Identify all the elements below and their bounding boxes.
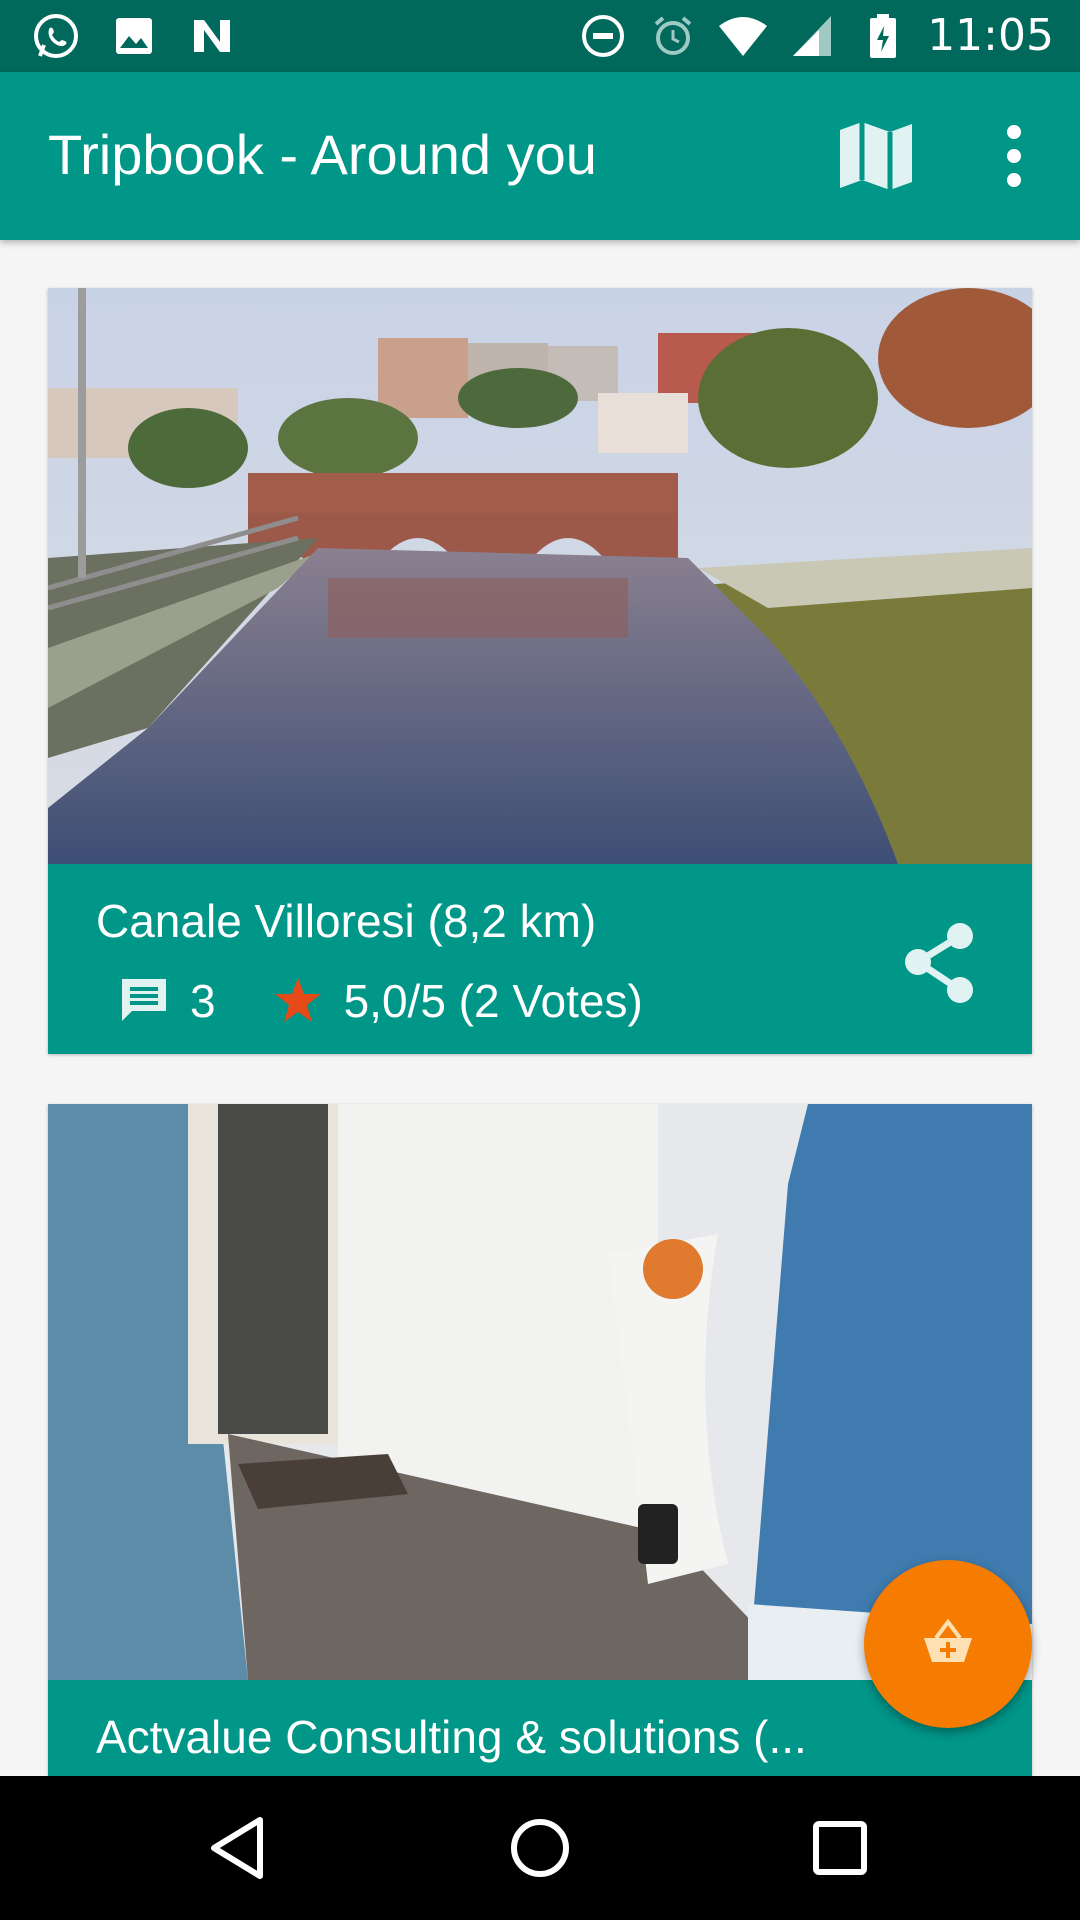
more-options-button[interactable] bbox=[986, 116, 1042, 196]
navigation-bar bbox=[0, 1776, 1080, 1920]
recents-icon bbox=[813, 1821, 867, 1875]
place-info[interactable]: Canale Villoresi (8,2 km) 3 5,0/5 (2 Vot… bbox=[48, 864, 1032, 1054]
share-button[interactable] bbox=[894, 918, 984, 1008]
wifi-icon bbox=[717, 10, 769, 62]
place-stats: 3 5,0/5 (2 Votes) bbox=[118, 974, 643, 1028]
add-basket-button[interactable] bbox=[864, 1560, 1032, 1728]
signal-icon bbox=[787, 10, 839, 62]
clock: 11:05 bbox=[927, 10, 1054, 61]
place-name: Actvalue Consulting & solutions (... bbox=[96, 1711, 807, 1763]
recents-button[interactable] bbox=[798, 1806, 882, 1890]
home-icon bbox=[511, 1819, 569, 1877]
battery-icon bbox=[857, 10, 909, 62]
places-list[interactable]: Canale Villoresi (8,2 km) 3 5,0/5 (2 Vot… bbox=[0, 240, 1080, 1776]
share-icon bbox=[905, 923, 973, 1003]
place-card[interactable]: Canale Villoresi (8,2 km) 3 5,0/5 (2 Vot… bbox=[48, 288, 1032, 1054]
comment-icon bbox=[122, 979, 166, 1021]
whatsapp-icon bbox=[30, 10, 82, 62]
alarm-icon bbox=[647, 10, 699, 62]
place-name: Canale Villoresi (8,2 km) bbox=[96, 895, 597, 947]
rating-text: 5,0/5 (2 Votes) bbox=[343, 975, 643, 1027]
back-button[interactable] bbox=[198, 1806, 282, 1890]
place-photo[interactable] bbox=[48, 288, 1032, 864]
app-bar: Tripbook - Around you bbox=[0, 72, 1080, 240]
comment-count: 3 bbox=[190, 975, 216, 1027]
map-button[interactable] bbox=[836, 116, 916, 196]
add-basket-icon bbox=[924, 1618, 972, 1662]
status-bar: 11:05 bbox=[0, 0, 1080, 72]
more-vert-icon bbox=[1007, 125, 1021, 187]
page-title: Tripbook - Around you bbox=[48, 123, 597, 186]
gallery-icon bbox=[108, 10, 160, 62]
map-icon bbox=[840, 122, 912, 190]
back-icon bbox=[211, 1817, 263, 1879]
do-not-disturb-icon bbox=[577, 10, 629, 62]
star-icon bbox=[274, 978, 321, 1022]
home-button[interactable] bbox=[498, 1806, 582, 1890]
n-app-icon bbox=[186, 10, 238, 62]
